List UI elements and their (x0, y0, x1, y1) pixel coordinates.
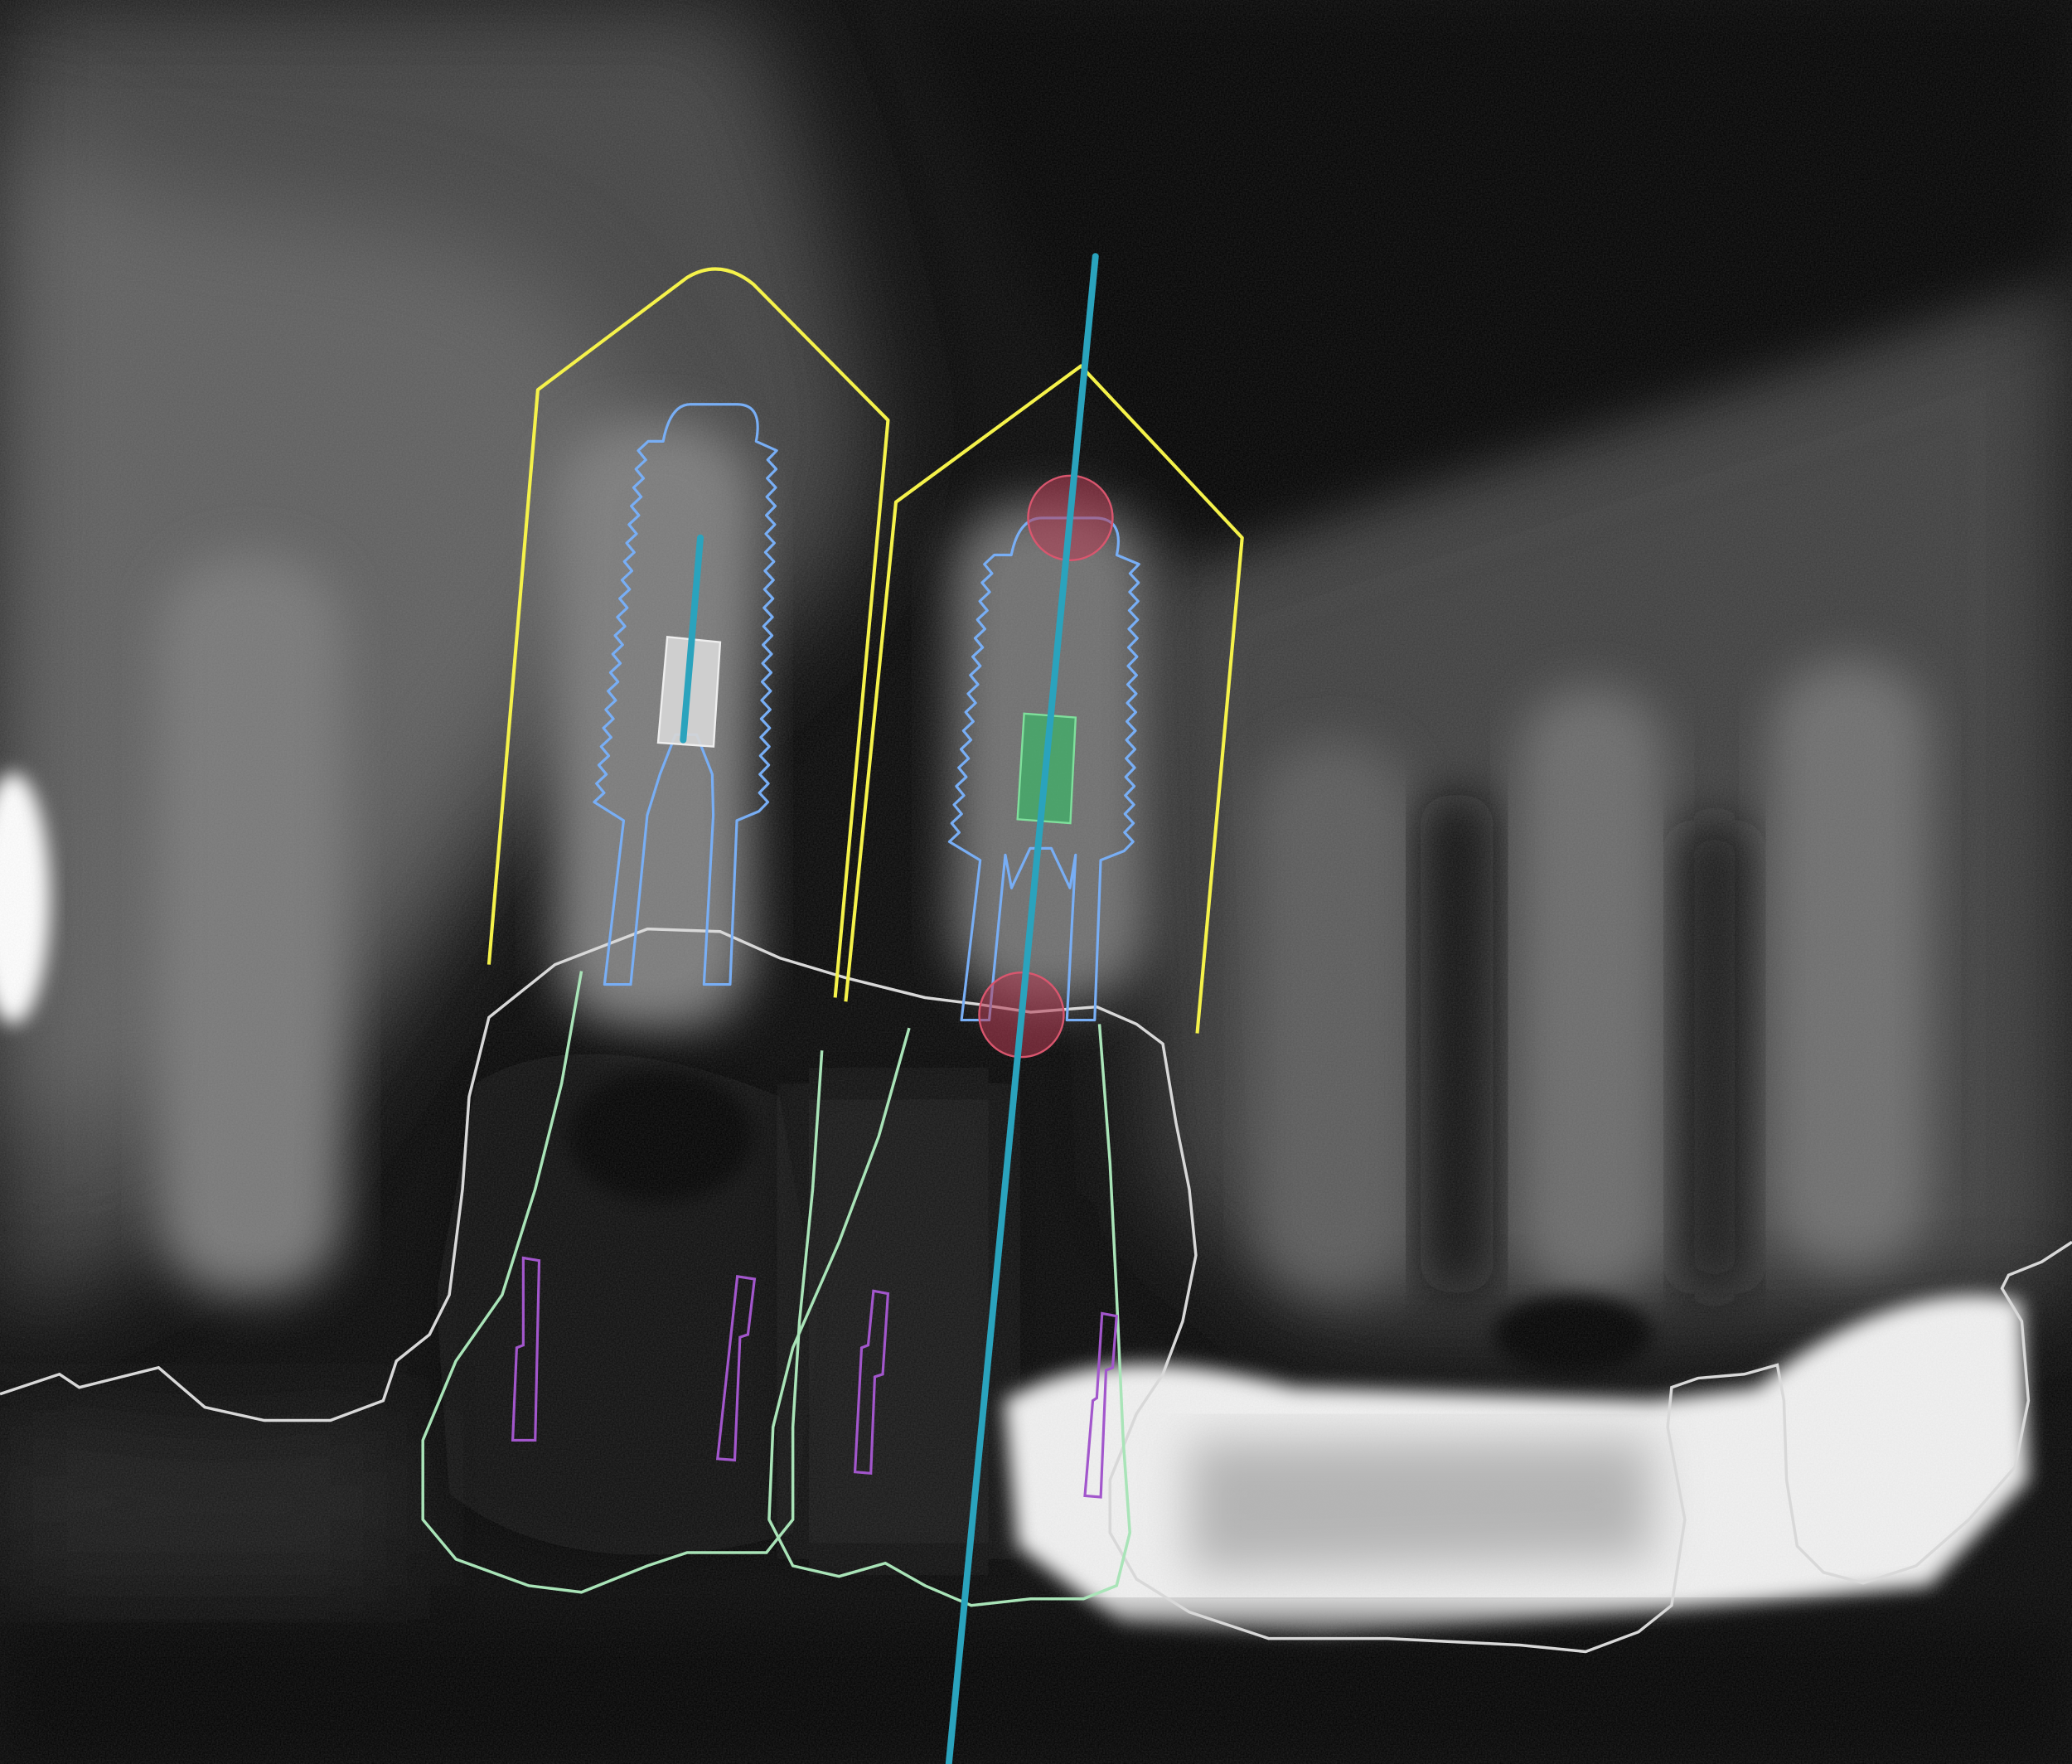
ct-scan-canvas[interactable] (0, 0, 2072, 1764)
ct-cross-section-view[interactable] (0, 0, 2072, 1764)
